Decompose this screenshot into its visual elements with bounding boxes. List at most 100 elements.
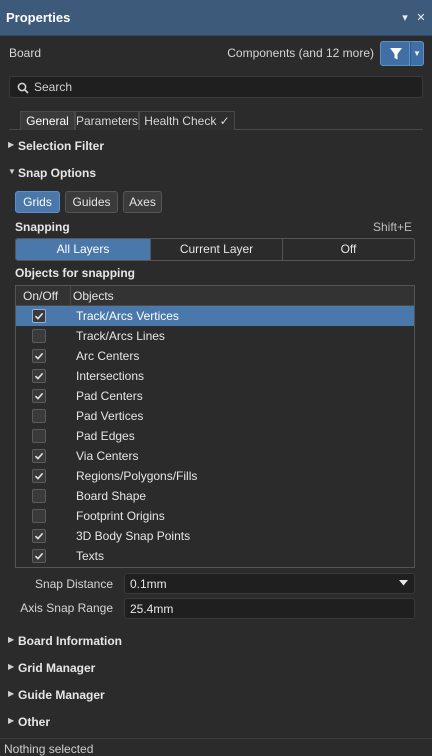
check-icon	[34, 372, 44, 380]
object-name: Pad Vertices	[76, 409, 144, 423]
section-label: Grid Manager	[18, 661, 96, 675]
check-icon	[34, 472, 44, 480]
snapping-label: Snapping	[15, 220, 70, 234]
section-other[interactable]: ▶ Other	[0, 712, 432, 734]
checkbox-unchecked[interactable]	[32, 409, 46, 423]
check-icon	[34, 312, 44, 320]
snap-distance-select[interactable]: 0.1mm	[124, 573, 415, 594]
check-icon	[34, 552, 44, 560]
panel-title: Properties	[6, 10, 71, 25]
table-row[interactable]: Intersections	[16, 366, 414, 386]
table-row[interactable]: Board Shape	[16, 486, 414, 506]
section-grid-manager[interactable]: ▶ Grid Manager	[0, 658, 432, 680]
section-board-information[interactable]: ▶ Board Information	[0, 631, 432, 653]
checkbox-checked[interactable]	[32, 469, 46, 483]
tab-health-check[interactable]: Health Check ✓	[139, 111, 235, 130]
table-row[interactable]: Via Centers	[16, 446, 414, 466]
checkbox-checked[interactable]	[32, 449, 46, 463]
axes-button[interactable]: Axes	[123, 191, 162, 213]
chevron-right-icon: ▶	[8, 689, 15, 698]
object-name: Board Shape	[76, 489, 147, 503]
checkbox-unchecked[interactable]	[32, 489, 46, 503]
checkbox-checked[interactable]	[32, 529, 46, 543]
tab-general[interactable]: General	[20, 111, 75, 130]
table-row[interactable]: Texts	[16, 546, 414, 566]
off-option[interactable]: Off	[282, 239, 414, 260]
axis-snap-range-value: 25.4mm	[130, 602, 174, 616]
table-row[interactable]: Regions/Polygons/Fills	[16, 466, 414, 486]
checkbox-checked[interactable]	[32, 369, 46, 383]
object-name: Regions/Polygons/Fills	[76, 469, 198, 483]
search-input[interactable]	[34, 79, 414, 95]
column-header-onoff[interactable]: On/Off	[23, 289, 58, 303]
checkbox-checked[interactable]	[32, 309, 46, 323]
guides-button[interactable]: Guides	[65, 191, 118, 213]
table-row[interactable]: Pad Vertices	[16, 406, 414, 426]
chevron-right-icon: ▶	[8, 635, 15, 644]
search-icon	[17, 82, 29, 94]
column-separator	[70, 286, 71, 306]
filter-dropdown-button[interactable]: ▼	[410, 41, 424, 66]
snap-distance-value: 0.1mm	[130, 577, 167, 591]
filter-button[interactable]	[380, 41, 410, 66]
object-name: Pad Centers	[76, 389, 143, 403]
close-icon[interactable]: ✕	[414, 10, 428, 26]
table-row[interactable]: Arc Centers	[16, 346, 414, 366]
checkbox-unchecked[interactable]	[32, 429, 46, 443]
objects-for-snapping-label: Objects for snapping	[15, 266, 136, 280]
all-layers-option[interactable]: All Layers	[16, 239, 150, 260]
section-label: Guide Manager	[18, 688, 105, 702]
object-name: Texts	[76, 549, 105, 563]
snap-distance-label: Snap Distance	[34, 577, 113, 591]
object-name: Intersections	[76, 369, 145, 383]
check-icon	[34, 452, 44, 460]
checkbox-unchecked[interactable]	[32, 509, 46, 523]
section-guide-manager[interactable]: ▶ Guide Manager	[0, 685, 432, 707]
chevron-down-icon: ▼	[8, 167, 16, 176]
checkbox-checked[interactable]	[32, 349, 46, 363]
object-name: Track/Arcs Vertices	[76, 309, 179, 323]
snap-objects-table: On/Off Objects Track/Arcs Vertices Track/…	[15, 285, 415, 568]
table-header: On/Off Objects	[16, 286, 414, 306]
object-name: 3D Body Snap Points	[76, 529, 191, 543]
column-header-objects[interactable]: Objects	[73, 289, 114, 303]
table-row[interactable]: Track/Arcs Vertices	[16, 306, 414, 326]
current-layer-option[interactable]: Current Layer	[150, 239, 282, 260]
panel-titlebar: Properties ▾ ✕	[0, 0, 432, 36]
object-name: Arc Centers	[76, 349, 140, 363]
status-bar: Nothing selected	[0, 738, 432, 756]
snapping-shortcut: Shift+E	[372, 220, 412, 234]
checkbox-checked[interactable]	[32, 549, 46, 563]
status-text: Nothing selected	[4, 742, 94, 756]
object-name: Via Centers	[76, 449, 139, 463]
checkbox-checked[interactable]	[32, 389, 46, 403]
check-icon	[34, 352, 44, 360]
grids-button[interactable]: Grids	[15, 191, 60, 213]
table-row[interactable]: Track/Arcs Lines	[16, 326, 414, 346]
table-row[interactable]: 3D Body Snap Points	[16, 526, 414, 546]
check-icon	[34, 392, 44, 400]
chevron-down-icon: ▼	[413, 49, 421, 58]
pin-down-icon[interactable]: ▾	[398, 10, 412, 26]
section-label: Other	[18, 715, 51, 729]
chevron-right-icon: ▶	[8, 662, 15, 671]
chevron-right-icon: ▶	[8, 140, 15, 149]
checkbox-unchecked[interactable]	[32, 329, 46, 343]
section-label: Board Information	[18, 634, 122, 648]
tab-parameters[interactable]: Parameters	[75, 111, 139, 130]
check-icon	[34, 532, 44, 540]
table-row[interactable]: Pad Edges	[16, 426, 414, 446]
layer-snapping-toggle: All Layers Current Layer Off	[15, 238, 415, 261]
section-selection-filter[interactable]: ▶ Selection Filter	[0, 136, 432, 158]
section-label: Selection Filter	[18, 139, 105, 153]
object-name: Pad Edges	[76, 429, 135, 443]
search-box[interactable]	[9, 76, 423, 98]
object-name: Footprint Origins	[76, 509, 165, 523]
section-label: Snap Options	[18, 166, 96, 180]
section-snap-options[interactable]: ▼ Snap Options	[0, 163, 432, 185]
table-row[interactable]: Footprint Origins	[16, 506, 414, 526]
table-row[interactable]: Pad Centers	[16, 386, 414, 406]
axis-snap-range-input[interactable]: 25.4mm	[124, 598, 415, 619]
chevron-right-icon: ▶	[8, 716, 15, 725]
object-name: Track/Arcs Lines	[76, 329, 165, 343]
